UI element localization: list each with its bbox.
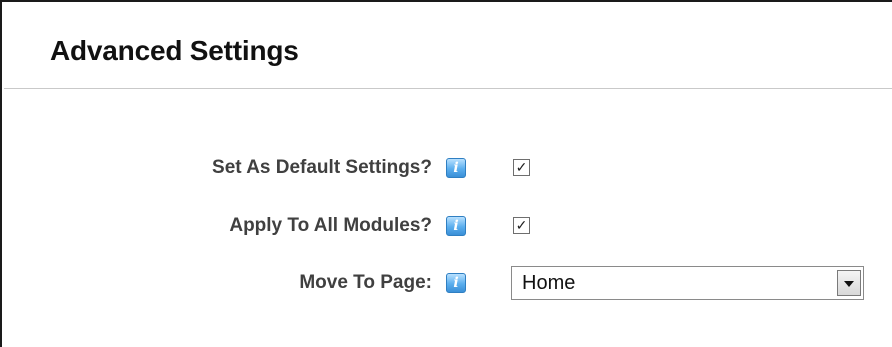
setting-row-default: Set As Default Settings? i ✓ bbox=[2, 151, 892, 185]
setting-row-all-modules: Apply To All Modules? i ✓ bbox=[2, 209, 892, 243]
apply-all-modules-checkbox[interactable]: ✓ bbox=[513, 217, 530, 234]
header-divider bbox=[4, 88, 892, 89]
move-to-page-label: Move To Page: bbox=[299, 272, 432, 293]
move-to-page-value: Home bbox=[522, 272, 576, 294]
default-settings-checkbox[interactable]: ✓ bbox=[513, 159, 530, 176]
setting-row-move-to-page: Move To Page: i Home bbox=[2, 266, 892, 300]
chevron-down-icon bbox=[844, 281, 854, 287]
help-icon[interactable]: i bbox=[446, 216, 466, 236]
page-title: Advanced Settings bbox=[50, 35, 299, 66]
move-to-page-select[interactable]: Home bbox=[511, 266, 864, 300]
default-settings-label: Set As Default Settings? bbox=[212, 157, 432, 178]
apply-all-modules-label: Apply To All Modules? bbox=[229, 215, 432, 236]
dropdown-arrow-button[interactable] bbox=[837, 270, 861, 296]
help-icon[interactable]: i bbox=[446, 273, 466, 293]
help-icon[interactable]: i bbox=[446, 158, 466, 178]
settings-panel: Advanced Settings Set As Default Setting… bbox=[0, 0, 892, 347]
